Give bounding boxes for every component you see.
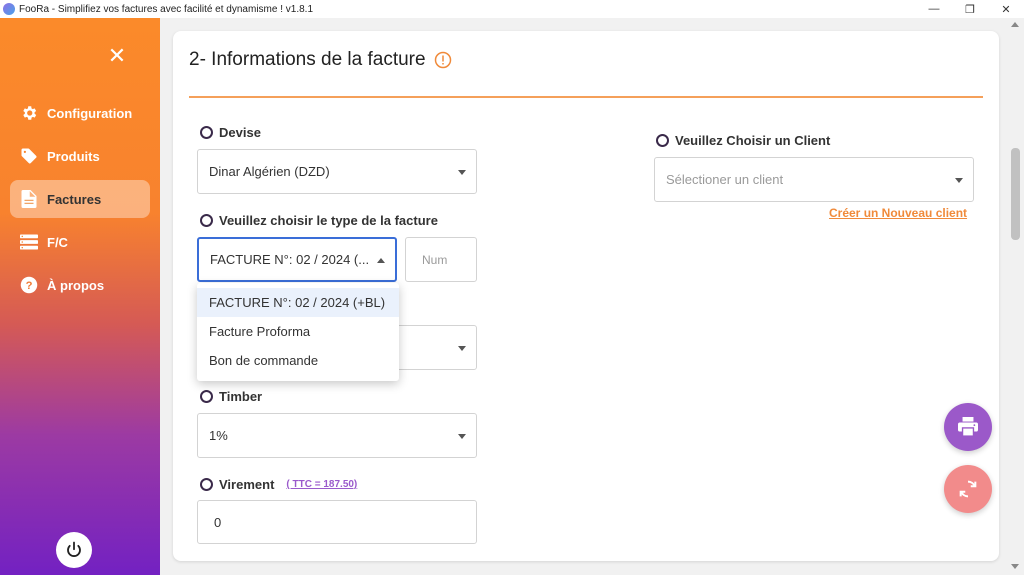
- close-window-button[interactable]: ✕: [988, 0, 1024, 18]
- page-title: 2- Informations de la facture: [189, 49, 452, 71]
- timber-value: 1%: [209, 428, 228, 443]
- type-facture-label-text: Veuillez choisir le type de la facture: [219, 213, 438, 228]
- virement-label: Virement ( TTC = 187.50): [200, 477, 357, 492]
- gear-icon: [19, 103, 39, 123]
- scroll-thumb[interactable]: [1011, 148, 1020, 240]
- client-label-text: Veuillez Choisir un Client: [675, 133, 831, 148]
- printer-icon: [958, 417, 978, 437]
- virement-value: 0: [214, 514, 222, 530]
- devise-select[interactable]: Dinar Algérien (DZD): [197, 149, 477, 194]
- sidebar-item-a-propos[interactable]: ? À propos: [10, 266, 150, 304]
- client-radio[interactable]: [656, 134, 669, 147]
- help-icon: ?: [19, 275, 39, 295]
- maximize-button[interactable]: ❐: [952, 0, 988, 18]
- sidebar-item-label: Configuration: [47, 105, 133, 121]
- title-divider: [189, 96, 983, 98]
- refresh-button[interactable]: [944, 465, 992, 513]
- chevron-up-icon: [377, 257, 385, 263]
- svg-text:?: ?: [26, 280, 33, 292]
- refresh-icon: [959, 480, 977, 498]
- timber-radio[interactable]: [200, 390, 213, 403]
- type-facture-dropdown: FACTURE N°: 02 / 2024 (+BL) Facture Prof…: [197, 283, 399, 381]
- devise-radio[interactable]: [200, 126, 213, 139]
- devise-value: Dinar Algérien (DZD): [209, 164, 330, 179]
- type-facture-radio[interactable]: [200, 214, 213, 227]
- create-client-link[interactable]: Créer un Nouveau client: [829, 206, 967, 220]
- timber-label-text: Timber: [219, 389, 263, 404]
- virement-input[interactable]: 0: [197, 500, 477, 544]
- timber-label: Timber: [200, 389, 262, 404]
- window-title: FooRa - Simplifiez vos factures avec fac…: [19, 3, 314, 15]
- power-button[interactable]: [56, 532, 92, 568]
- window-titlebar: FooRa - Simplifiez vos factures avec fac…: [0, 0, 1024, 18]
- dropdown-option[interactable]: FACTURE N°: 02 / 2024 (+BL): [197, 288, 399, 317]
- page-title-text: 2- Informations de la facture: [189, 49, 426, 70]
- client-placeholder: Sélectioner un client: [666, 172, 784, 187]
- scroll-up-icon[interactable]: [1011, 22, 1019, 27]
- num-placeholder: Num: [422, 252, 448, 267]
- ttc-note[interactable]: ( TTC = 187.50): [286, 479, 357, 490]
- sidebar-item-label: Produits: [47, 148, 100, 164]
- dropdown-option[interactable]: Facture Proforma: [197, 317, 399, 346]
- type-facture-label: Veuillez choisir le type de la facture: [200, 213, 438, 228]
- list-icon: [19, 232, 39, 252]
- vertical-scrollbar[interactable]: [1007, 18, 1024, 575]
- print-button[interactable]: [944, 403, 992, 451]
- power-icon: [67, 541, 81, 557]
- type-facture-select[interactable]: FACTURE N°: 02 / 2024 (...: [197, 237, 397, 282]
- sidebar-item-fc[interactable]: F/C: [10, 223, 150, 261]
- app-logo-icon: [3, 3, 15, 15]
- sidebar-item-configuration[interactable]: Configuration: [10, 94, 150, 132]
- devise-label: Devise: [200, 125, 261, 140]
- dropdown-option[interactable]: Bon de commande: [197, 346, 399, 375]
- timber-select[interactable]: 1%: [197, 413, 477, 458]
- scroll-down-icon[interactable]: [1011, 564, 1019, 569]
- tag-icon: [19, 146, 39, 166]
- warning-icon: [434, 51, 451, 69]
- sidebar-item-label: F/C: [47, 234, 68, 250]
- sidebar-item-factures[interactable]: Factures: [10, 180, 150, 218]
- sidebar-item-label: Factures: [47, 191, 102, 207]
- client-select[interactable]: Sélectioner un client: [654, 157, 974, 202]
- chevron-down-icon: [955, 177, 963, 183]
- chevron-down-icon: [458, 169, 466, 175]
- window-controls: — ❐ ✕: [916, 0, 1024, 18]
- type-facture-value: FACTURE N°: 02 / 2024 (...: [210, 252, 370, 267]
- devise-label-text: Devise: [219, 125, 261, 140]
- virement-radio[interactable]: [200, 478, 213, 491]
- chevron-down-icon: [458, 433, 466, 439]
- minimize-button[interactable]: —: [916, 0, 952, 18]
- virement-label-text: Virement: [219, 477, 275, 492]
- client-label: Veuillez Choisir un Client: [656, 133, 830, 148]
- document-icon: [19, 189, 39, 209]
- chevron-down-icon: [458, 345, 466, 351]
- sidebar-item-produits[interactable]: Produits: [10, 137, 150, 175]
- close-sidebar-icon[interactable]: ✕: [106, 45, 128, 68]
- sidebar-item-label: À propos: [47, 277, 105, 293]
- num-input[interactable]: Num: [405, 237, 477, 282]
- sidebar: ✕ Configuration Produits Factures F/C ? …: [0, 18, 160, 575]
